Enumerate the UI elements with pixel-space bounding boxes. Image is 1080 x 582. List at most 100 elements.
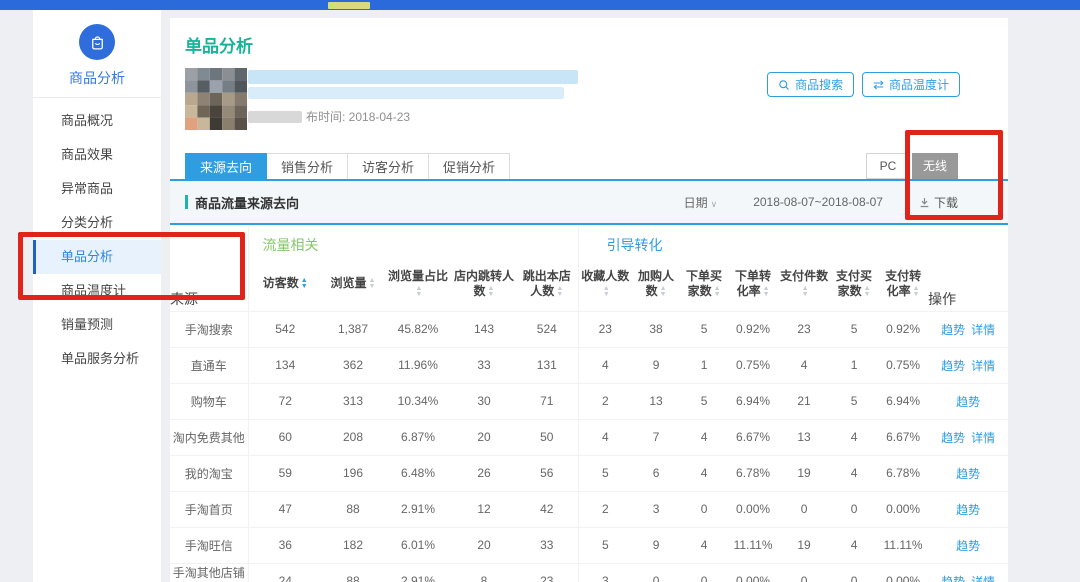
sidebar-item-单品分析[interactable]: 单品分析: [33, 240, 161, 274]
value-cell: 0.92%: [878, 311, 928, 347]
column-header-加购人数[interactable]: 加购人数▲▼: [632, 257, 680, 311]
column-header-下单转化率[interactable]: 下单转化率▲▼: [728, 257, 778, 311]
value-cell: 0.00%: [878, 563, 928, 582]
value-cell: 134: [248, 347, 322, 383]
value-cell: 23: [578, 311, 632, 347]
value-cell: 5: [578, 527, 632, 563]
sidebar-item-商品温度计[interactable]: 商品温度计: [33, 274, 161, 308]
device-toggle-PC[interactable]: PC: [866, 153, 910, 179]
download-button[interactable]: 下载: [919, 194, 958, 211]
value-cell: 6.87%: [384, 419, 452, 455]
column-header-source: 来源: [170, 227, 248, 311]
column-header-支付转化率[interactable]: 支付转化率▲▼: [878, 257, 928, 311]
column-header-浏览量[interactable]: 浏览量▲▼: [322, 257, 384, 311]
sort-icon[interactable]: ▲▼: [864, 286, 871, 298]
tab-销售分析[interactable]: 销售分析: [266, 153, 348, 181]
table-row: 直通车13436211.96%331314910.75%410.75%趋势详情: [170, 347, 1008, 383]
sidebar-item-商品效果[interactable]: 商品效果: [33, 138, 161, 172]
sort-icon[interactable]: ▲▼: [763, 286, 770, 298]
trend-link[interactable]: 趋势: [941, 323, 965, 337]
value-cell: 5: [830, 383, 878, 419]
trend-link[interactable]: 趋势: [956, 539, 980, 553]
actions-cell: 趋势详情: [928, 419, 1008, 455]
value-cell: 4: [680, 419, 728, 455]
sidebar-item-销量预测[interactable]: 销量预测: [33, 308, 161, 342]
blurred-product-title-line-2: [248, 87, 564, 99]
value-cell: 1,387: [322, 311, 384, 347]
value-cell: 20: [452, 419, 516, 455]
column-header-浏览量占比[interactable]: 浏览量占比▲▼: [384, 257, 452, 311]
sort-icon[interactable]: ▲▼: [913, 286, 920, 298]
trend-link[interactable]: 趋势: [941, 359, 965, 373]
sidebar-item-分类分析[interactable]: 分类分析: [33, 206, 161, 240]
detail-link[interactable]: 详情: [971, 575, 995, 582]
value-cell: 13: [632, 383, 680, 419]
table-row: 购物车7231310.34%307121356.94%2156.94%趋势: [170, 383, 1008, 419]
tab-来源去向[interactable]: 来源去向: [185, 153, 267, 181]
product-search-button[interactable]: 商品搜索: [767, 72, 854, 97]
value-cell: 11.11%: [728, 527, 778, 563]
value-cell: 4: [680, 455, 728, 491]
value-cell: 0: [778, 563, 830, 582]
value-cell: 23: [516, 563, 578, 582]
sort-icon[interactable]: ▲▼: [488, 286, 495, 298]
value-cell: 313: [322, 383, 384, 419]
tab-促销分析[interactable]: 促销分析: [428, 153, 510, 181]
column-header-收藏人数[interactable]: 收藏人数▲▼: [578, 257, 632, 311]
trend-link[interactable]: 趋势: [956, 503, 980, 517]
chevron-down-icon: ∨: [711, 199, 718, 209]
value-cell: 13: [778, 419, 830, 455]
value-cell: 0: [778, 491, 830, 527]
column-header-店内跳转人数[interactable]: 店内跳转人数▲▼: [452, 257, 516, 311]
column-header-支付件数[interactable]: 支付件数▲▼: [778, 257, 830, 311]
sort-icon[interactable]: ▲▼: [660, 286, 667, 298]
value-cell: 50: [516, 419, 578, 455]
topbar-accent-segment: [328, 2, 370, 9]
download-icon: [919, 197, 930, 208]
analysis-tabs: 来源去向销售分析访客分析促销分析: [185, 153, 509, 181]
value-cell: 4: [578, 347, 632, 383]
table-row: 手淘旺信361826.01%203359411.11%19411.11%趋势: [170, 527, 1008, 563]
trend-link[interactable]: 趋势: [941, 431, 965, 445]
value-cell: 60: [248, 419, 322, 455]
sort-icon[interactable]: ▲▼: [301, 278, 308, 290]
source-cell: 直通车: [170, 347, 248, 383]
sort-icon[interactable]: ▲▼: [802, 286, 809, 298]
detail-link[interactable]: 详情: [971, 359, 995, 373]
sort-icon[interactable]: ▲▼: [603, 286, 610, 298]
tab-访客分析[interactable]: 访客分析: [347, 153, 429, 181]
sidebar-item-异常商品[interactable]: 异常商品: [33, 172, 161, 206]
trend-link[interactable]: 趋势: [956, 467, 980, 481]
actions-cell: 趋势详情: [928, 563, 1008, 582]
date-dropdown[interactable]: 日期∨: [684, 194, 718, 211]
value-cell: 30: [452, 383, 516, 419]
sidebar: 商品分析 商品概况商品效果异常商品分类分析单品分析商品温度计销量预测单品服务分析: [33, 10, 161, 582]
column-header-支付买家数[interactable]: 支付买家数▲▼: [830, 257, 878, 311]
sort-icon[interactable]: ▲▼: [714, 286, 721, 298]
sort-icon[interactable]: ▲▼: [556, 286, 563, 298]
value-cell: 0: [830, 491, 878, 527]
group-header-traffic: 流量相关: [248, 227, 578, 257]
device-toggle-无线[interactable]: 无线: [912, 153, 958, 179]
sidebar-item-单品服务分析[interactable]: 单品服务分析: [33, 342, 161, 376]
detail-link[interactable]: 详情: [971, 323, 995, 337]
trend-link[interactable]: 趋势: [956, 395, 980, 409]
sidebar-nav: 商品概况商品效果异常商品分类分析单品分析商品温度计销量预测单品服务分析: [33, 98, 161, 376]
date-range-value[interactable]: 2018-08-07~2018-08-07: [753, 195, 883, 209]
column-header-访客数[interactable]: 访客数▲▼: [248, 257, 322, 311]
product-thermometer-button[interactable]: ⇄ 商品温度计: [862, 72, 960, 97]
value-cell: 6.01%: [384, 527, 452, 563]
column-header-跳出本店人数[interactable]: 跳出本店人数▲▼: [516, 257, 578, 311]
column-header-下单买家数[interactable]: 下单买家数▲▼: [680, 257, 728, 311]
value-cell: 0.75%: [878, 347, 928, 383]
value-cell: 4: [830, 527, 878, 563]
sort-icon[interactable]: ▲▼: [369, 278, 376, 290]
detail-link[interactable]: 详情: [971, 431, 995, 445]
actions-cell: 趋势: [928, 383, 1008, 419]
table-row: 手淘首页47882.91%12422300.00%000.00%趋势: [170, 491, 1008, 527]
value-cell: 6.67%: [728, 419, 778, 455]
trend-link[interactable]: 趋势: [941, 575, 965, 582]
value-cell: 6.78%: [878, 455, 928, 491]
sidebar-item-商品概况[interactable]: 商品概况: [33, 104, 161, 138]
sort-icon[interactable]: ▲▼: [416, 286, 423, 298]
